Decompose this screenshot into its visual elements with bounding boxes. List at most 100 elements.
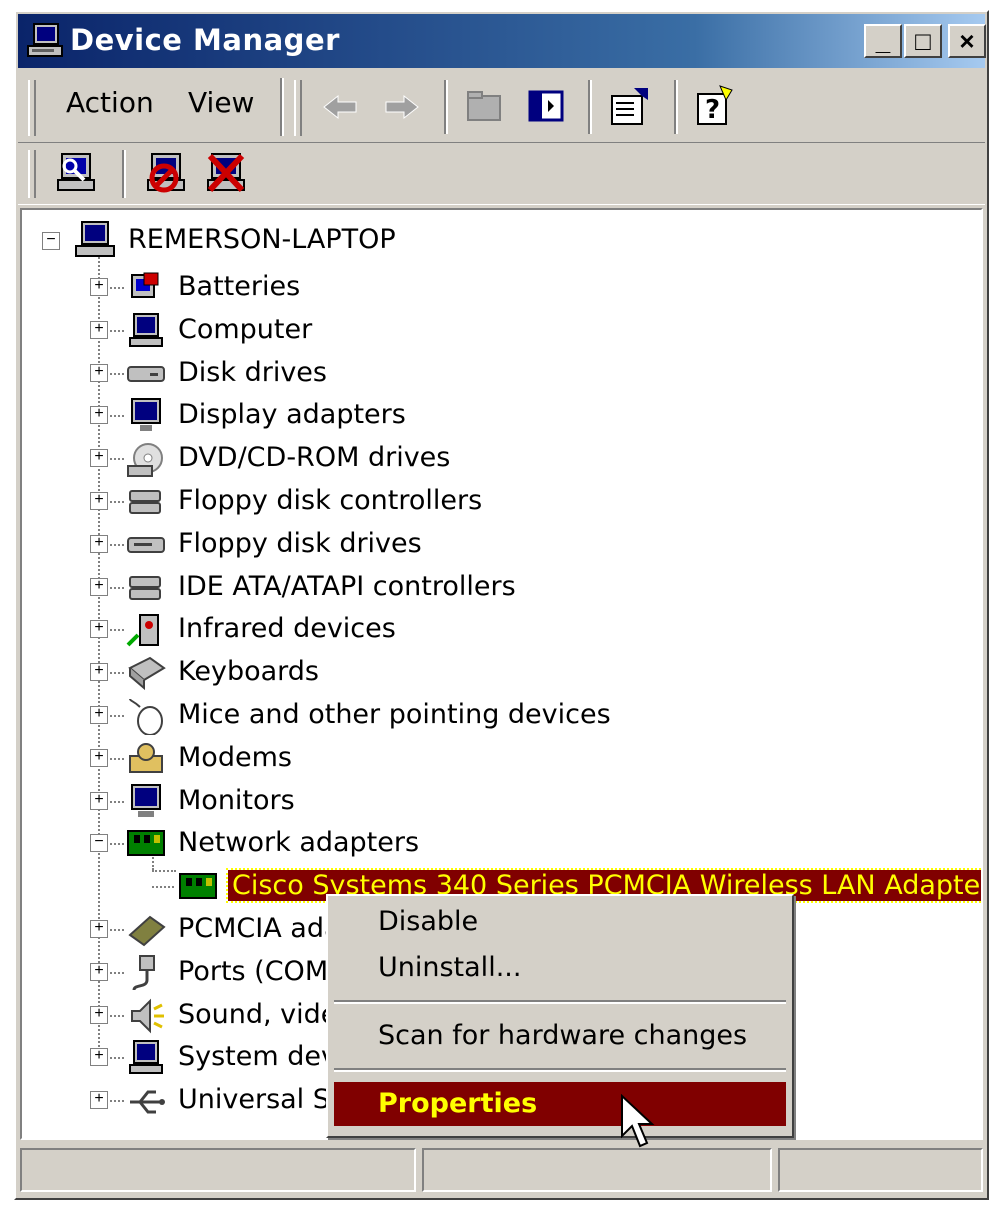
tree-node-category[interactable]: Display adapters (178, 399, 406, 439)
expand-icon[interactable]: + (90, 363, 108, 382)
sound-icon (131, 998, 164, 1034)
tree-node-category[interactable]: Mice and other pointing devices (178, 699, 611, 739)
disable-device-icon[interactable] (144, 150, 188, 196)
tree-line (106, 971, 124, 974)
usb-icon (130, 1090, 165, 1114)
expand-icon[interactable]: + (90, 449, 108, 468)
tree-node-category[interactable]: Computer (178, 314, 312, 354)
tree-line (106, 543, 124, 546)
tree-node-category[interactable]: Infrared devices (178, 613, 396, 653)
close-button[interactable]: × (948, 24, 986, 58)
toolbar-grip[interactable] (28, 150, 36, 198)
floppy-drive-icon (127, 536, 165, 553)
tree-line (106, 715, 124, 717)
expand-icon[interactable]: + (90, 663, 108, 682)
toolbar-separator (122, 150, 126, 198)
expand-icon[interactable]: + (90, 1091, 108, 1110)
expand-icon[interactable]: + (90, 492, 108, 510)
tree-line (152, 886, 174, 889)
menu-separator (334, 1000, 786, 1004)
expand-icon[interactable]: + (90, 791, 108, 810)
disk-drive-icon (127, 365, 165, 382)
tree-node-category[interactable]: Floppy disk controllers (178, 485, 482, 525)
action-toolbar (18, 144, 985, 205)
tree-line (106, 629, 124, 632)
scan-hardware-icon[interactable] (54, 150, 98, 196)
mouse-icon (129, 698, 163, 735)
toolbar-grip[interactable] (294, 80, 302, 136)
menu-view[interactable]: View (188, 86, 254, 119)
tree-line (106, 672, 124, 675)
expand-icon[interactable]: + (90, 962, 108, 981)
maximize-button[interactable]: □ (904, 24, 942, 58)
tree-node-category[interactable]: Batteries (178, 271, 300, 311)
network-card-icon (179, 873, 217, 900)
tree-node-category[interactable]: Keyboards (178, 656, 319, 696)
expand-icon[interactable]: + (90, 1048, 108, 1067)
expand-icon[interactable]: + (90, 1005, 108, 1024)
cdrom-icon (127, 443, 163, 478)
device-manager-window: Device Manager _ □ × Action View ? − REM… (14, 10, 989, 1200)
window-title: Device Manager (70, 23, 340, 57)
context-menu: Disable Uninstall... Scan for hardware c… (326, 894, 794, 1138)
battery-icon (131, 272, 159, 298)
menu-item-disable[interactable]: Disable (334, 900, 786, 944)
expand-icon[interactable]: + (90, 278, 108, 296)
tree-root-node[interactable]: REMERSON-LAPTOP (128, 224, 396, 264)
keyboard-icon (128, 657, 166, 691)
properties-icon[interactable] (608, 84, 652, 128)
tree-line (106, 757, 124, 760)
expand-icon[interactable]: + (90, 748, 108, 767)
expand-icon[interactable]: + (90, 920, 108, 938)
computer-icon (129, 312, 163, 347)
tree-line (152, 870, 176, 872)
svg-text:?: ? (705, 95, 720, 125)
back-arrow-icon[interactable] (320, 92, 360, 122)
forward-arrow-icon[interactable] (382, 92, 422, 122)
tree-node-category[interactable]: Modems (178, 742, 292, 782)
menu-item-uninstall[interactable]: Uninstall... (334, 946, 786, 990)
network-adapter-icon (127, 830, 165, 857)
help-icon[interactable]: ? (692, 84, 736, 128)
ide-controller-icon (129, 575, 161, 600)
collapse-icon[interactable]: − (90, 834, 108, 853)
tree-line (106, 287, 124, 289)
title-bar[interactable]: Device Manager _ □ × (18, 14, 986, 68)
computer-icon (27, 23, 63, 57)
minimize-button[interactable]: _ (864, 24, 902, 58)
tree-node-category[interactable]: Disk drives (178, 357, 327, 397)
menu-action[interactable]: Action (66, 86, 154, 119)
menu-toolbar: Action View ? (18, 72, 985, 143)
root-expander[interactable]: − (42, 232, 60, 250)
tree-node-category[interactable]: IDE ATA/ATAPI controllers (178, 571, 516, 611)
tree-line (106, 1014, 124, 1017)
expand-icon[interactable]: + (90, 706, 108, 724)
toolbar-separator (280, 78, 284, 136)
menu-item-properties[interactable]: Properties (334, 1082, 786, 1126)
expand-icon[interactable]: + (90, 320, 108, 339)
tree-node-category[interactable]: Monitors (178, 785, 295, 825)
floppy-controller-icon (129, 490, 161, 514)
tree-node-category[interactable]: Floppy disk drives (178, 528, 422, 568)
monitor-icon (131, 783, 161, 817)
up-folder-icon[interactable] (464, 86, 504, 126)
mouse-cursor-icon (621, 1094, 655, 1148)
tree-node-category[interactable]: Network adapters (178, 827, 419, 867)
expand-icon[interactable]: + (90, 620, 108, 639)
toolbar-grip[interactable] (28, 80, 36, 136)
tree-line (106, 1057, 124, 1060)
tree-line (106, 800, 124, 803)
status-pane (778, 1148, 983, 1192)
show-hide-tree-icon[interactable] (526, 86, 566, 126)
menu-separator (334, 1068, 786, 1072)
toolbar-separator (674, 80, 678, 134)
expand-icon[interactable]: + (90, 406, 108, 425)
status-pane (20, 1148, 416, 1192)
uninstall-device-icon[interactable] (204, 150, 248, 196)
menu-item-scan-hardware[interactable]: Scan for hardware changes (334, 1014, 786, 1058)
toolbar-separator (588, 80, 592, 134)
tree-node-category[interactable]: DVD/CD-ROM drives (178, 442, 450, 482)
system-icon (129, 1040, 163, 1075)
expand-icon[interactable]: + (90, 534, 108, 553)
expand-icon[interactable]: + (90, 577, 108, 596)
